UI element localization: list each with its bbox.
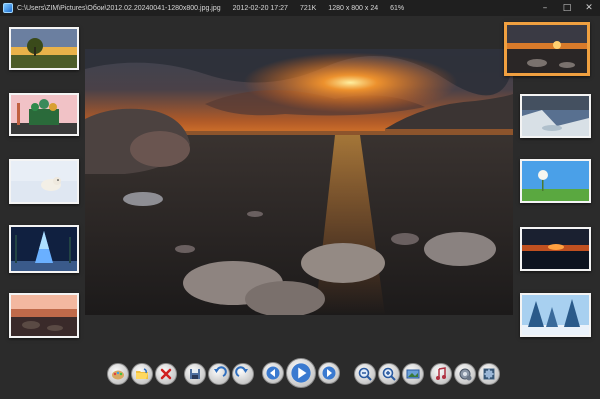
seaside-rocks-thumbnail xyxy=(522,96,589,136)
fullscreen-button[interactable] xyxy=(478,363,500,385)
fit-image-icon xyxy=(406,369,420,379)
beach-sunset-thumbnail xyxy=(507,25,587,73)
file-path: C:\Users\ZIM\Pictures\Обои\2012.02.20240… xyxy=(17,4,221,12)
previous-icon xyxy=(266,366,280,380)
thumbnail-left-5[interactable] xyxy=(9,293,79,338)
fit-image-button[interactable] xyxy=(402,363,424,385)
toolbar-zoom-group xyxy=(354,360,426,388)
music-icon xyxy=(436,367,446,380)
toolbar-navigation-group xyxy=(262,357,342,389)
play-button[interactable] xyxy=(286,358,316,388)
title-bar: C:\Users\ZIM\Pictures\Обои\2012.02.20240… xyxy=(0,0,600,16)
fullscreen-icon xyxy=(483,368,495,380)
open-folder-button[interactable] xyxy=(131,363,153,385)
thumbnail-left-4[interactable] xyxy=(9,225,79,273)
zoom-out-button[interactable] xyxy=(354,363,376,385)
save-icon xyxy=(190,369,200,379)
rotate-right-icon xyxy=(235,366,248,377)
rotate-left-button[interactable] xyxy=(208,363,230,385)
sea-sunset-thumbnail xyxy=(522,229,589,269)
toolbar-file-group xyxy=(184,360,256,388)
minimize-button[interactable]: – xyxy=(534,0,556,16)
close-button[interactable]: ✕ xyxy=(578,0,600,16)
rotate-left-icon xyxy=(214,366,227,377)
christmas-tree-thumbnail xyxy=(11,227,77,271)
file-date: 2012-02-20 17:27 xyxy=(232,4,288,12)
toolbar-edit-group xyxy=(107,360,179,388)
settings-icon xyxy=(459,368,472,381)
image-dimensions: 1280 x 800 x 24 xyxy=(328,4,379,12)
thumbnail-left-2[interactable] xyxy=(9,93,79,136)
paint-button[interactable] xyxy=(107,363,129,385)
shore-sunset-thumbnail xyxy=(11,295,77,336)
maximize-button[interactable]: □ xyxy=(556,0,578,16)
dandelion-thumbnail xyxy=(522,161,589,201)
thumbnail-right-4[interactable] xyxy=(520,227,591,271)
music-button[interactable] xyxy=(430,363,452,385)
thumbnail-right-1-selected[interactable] xyxy=(504,22,590,76)
snowy-trees-thumbnail xyxy=(522,295,589,335)
snow-animal-thumbnail xyxy=(11,161,77,202)
file-size: 721K xyxy=(299,4,317,12)
toolbar-extras-group xyxy=(430,360,502,388)
settings-button[interactable] xyxy=(454,363,476,385)
zoom-out-icon xyxy=(358,367,372,381)
thumbnail-left-1[interactable] xyxy=(9,27,79,70)
app-icon xyxy=(3,3,13,13)
delete-button[interactable] xyxy=(155,363,177,385)
beach-sunset-image xyxy=(85,49,513,315)
zoom-in-icon xyxy=(382,367,396,381)
next-icon xyxy=(322,366,336,380)
main-image[interactable] xyxy=(85,49,513,315)
rotate-right-button[interactable] xyxy=(232,363,254,385)
thumbnail-right-3[interactable] xyxy=(520,159,591,203)
previous-button[interactable] xyxy=(262,362,284,384)
thumbnail-left-3[interactable] xyxy=(9,159,79,204)
thumbnail-right-5[interactable] xyxy=(520,293,591,337)
open-folder-icon xyxy=(136,368,148,379)
save-button[interactable] xyxy=(184,363,206,385)
delete-icon xyxy=(160,368,172,380)
cathedral-thumbnail xyxy=(11,95,77,134)
play-icon xyxy=(291,363,311,383)
next-button[interactable] xyxy=(318,362,340,384)
zoom-in-button[interactable] xyxy=(378,363,400,385)
paint-icon xyxy=(112,370,124,380)
tree-sunset-thumbnail xyxy=(11,29,77,68)
thumbnail-right-2[interactable] xyxy=(520,94,591,138)
zoom-level: 61% xyxy=(390,4,405,12)
